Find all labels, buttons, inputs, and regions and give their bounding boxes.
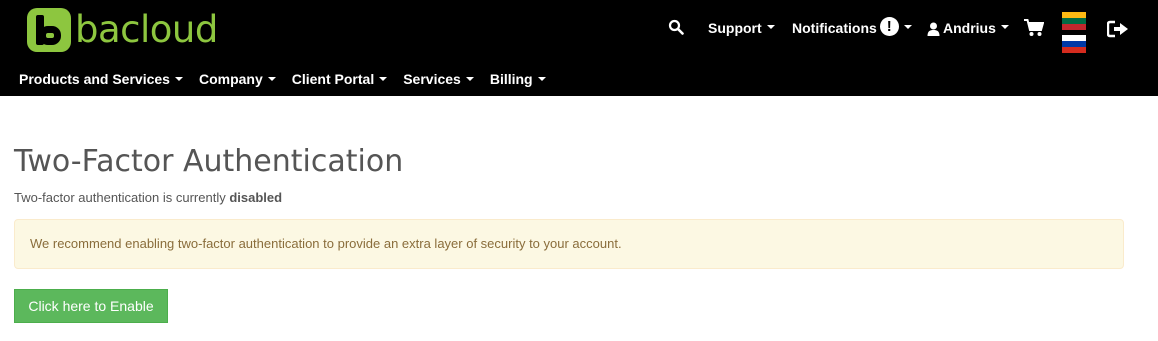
nav-item-client-portal[interactable]: Client Portal xyxy=(291,71,388,87)
logo-text: bacloud xyxy=(75,8,218,51)
nav-item-billing[interactable]: Billing xyxy=(490,71,546,87)
user-menu[interactable]: Andrius xyxy=(927,10,1009,46)
language-selector[interactable] xyxy=(1062,12,1086,53)
user-name: Andrius xyxy=(943,20,996,36)
nav-item-label: Billing xyxy=(489,71,533,87)
flag-russia-icon[interactable] xyxy=(1062,35,1086,53)
enable-two-factor-button[interactable]: Click here to Enable xyxy=(14,289,168,323)
cart-icon[interactable] xyxy=(1024,19,1044,37)
nav-item-products-and-services[interactable]: Products and Services xyxy=(19,71,183,87)
main-content: Two-Factor Authentication Two-factor aut… xyxy=(14,140,1124,323)
status-prefix: Two-factor authentication is currently xyxy=(14,190,230,205)
chevron-down-icon xyxy=(903,25,912,29)
chevron-down-icon xyxy=(537,77,546,82)
chevron-down-icon xyxy=(379,77,388,82)
flag-lithuania-icon[interactable] xyxy=(1062,12,1086,30)
chevron-down-icon xyxy=(267,77,276,82)
nav-item-services[interactable]: Services xyxy=(403,71,474,87)
nav-item-label: Products and Services xyxy=(19,71,170,87)
alert-text: We recommend enabling two-factor authent… xyxy=(30,236,622,251)
notifications-label: Notifications xyxy=(792,20,877,36)
logout-icon[interactable] xyxy=(1107,20,1129,38)
nav-item-label: Client Portal xyxy=(291,71,375,87)
recommendation-alert: We recommend enabling two-factor authent… xyxy=(14,219,1124,269)
chevron-down-icon xyxy=(766,25,775,29)
chevron-down-icon xyxy=(174,77,183,82)
notifications-menu[interactable]: Notifications ! xyxy=(792,10,912,46)
support-label: Support xyxy=(708,20,762,36)
top-header: bacloud Support Notifications ! Andrius xyxy=(0,0,1158,96)
page-title: Two-Factor Authentication xyxy=(14,144,404,179)
search-icon[interactable] xyxy=(668,19,684,35)
two-factor-status: Two-factor authentication is currently d… xyxy=(14,190,1124,205)
chevron-down-icon xyxy=(1000,25,1009,29)
main-navigation: Products and Services Company Client Por… xyxy=(19,62,562,96)
status-value: disabled xyxy=(229,190,283,205)
alert-icon: ! xyxy=(879,16,899,36)
logo-mark-icon xyxy=(27,8,71,52)
nav-item-label: Services xyxy=(403,71,461,87)
nav-item-label: Company xyxy=(198,71,263,87)
nav-item-company[interactable]: Company xyxy=(199,71,276,87)
brand-logo[interactable]: bacloud xyxy=(27,8,218,52)
chevron-down-icon xyxy=(465,77,474,82)
user-icon xyxy=(927,22,940,36)
support-menu[interactable]: Support xyxy=(708,10,775,46)
